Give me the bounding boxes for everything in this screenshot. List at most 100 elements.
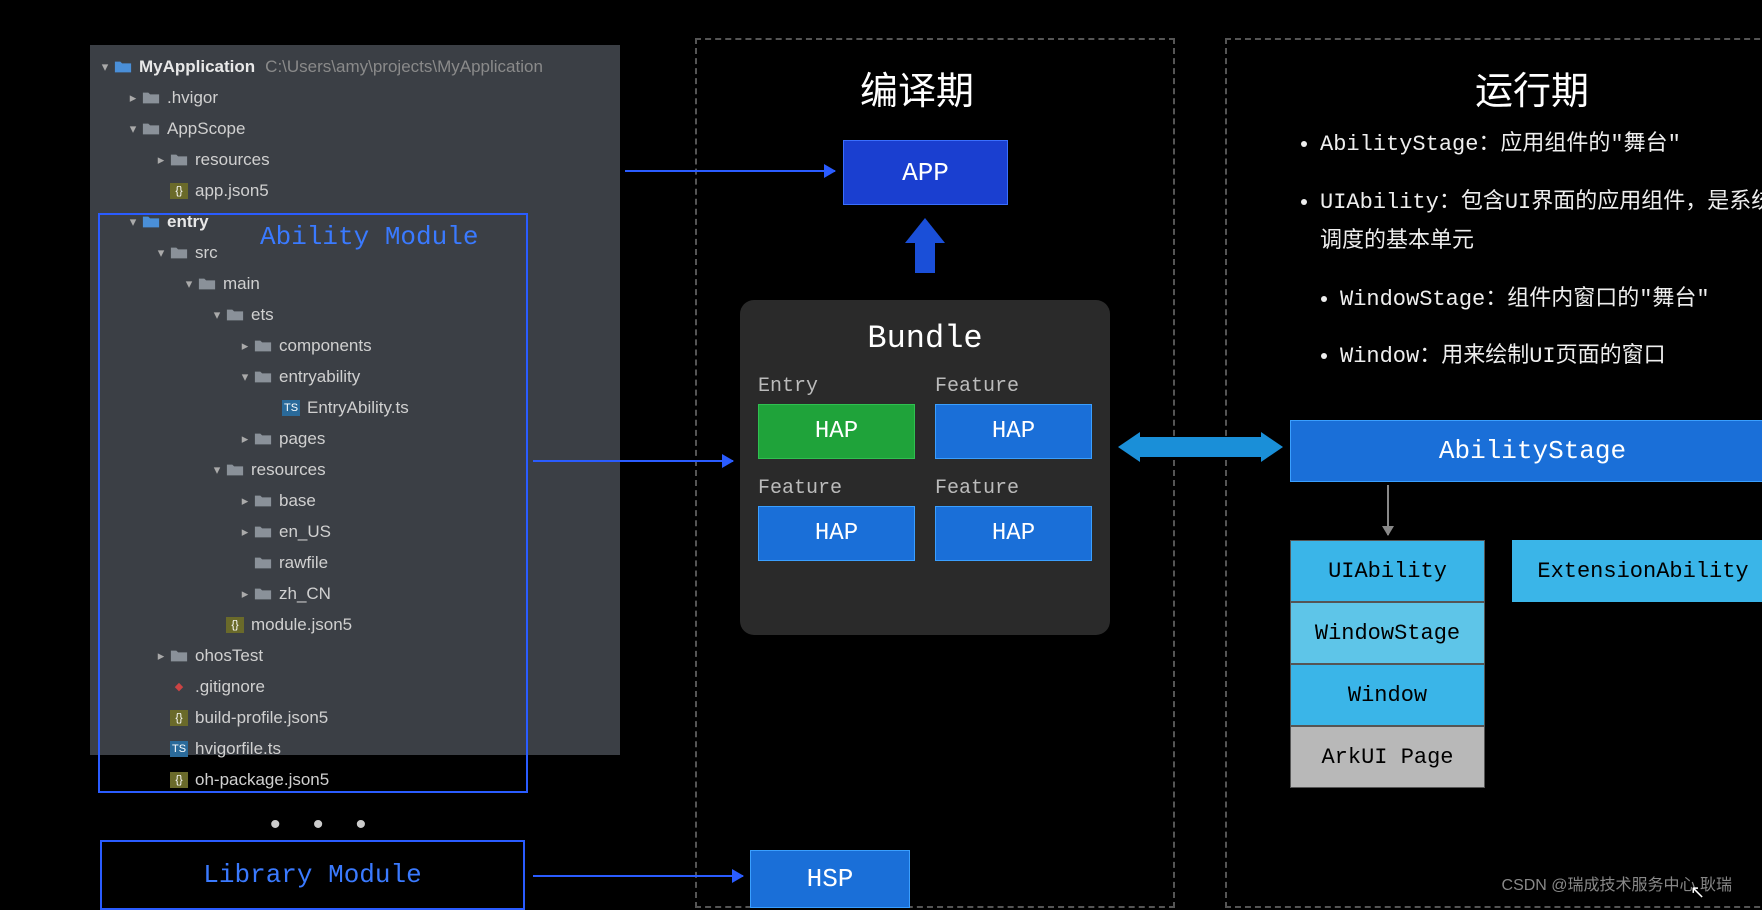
tree-row[interactable]: ▸.hvigor <box>90 82 620 113</box>
ability-module-label: Ability Module <box>260 222 478 252</box>
tree-row[interactable]: ▸ en_US <box>90 516 620 547</box>
extension-ability-box: ExtensionAbility <box>1512 540 1762 602</box>
stack-uiability: UIAbility <box>1290 540 1485 602</box>
stack-window: Window <box>1290 664 1485 726</box>
tree-item-label: pages <box>279 429 325 449</box>
hap-box: HAP <box>935 404 1092 459</box>
chevron-right-icon[interactable]: ▸ <box>152 152 170 168</box>
arrow-right-icon <box>533 875 743 877</box>
tree-row[interactable]: ▸ base <box>90 485 620 516</box>
ellipsis: • • • <box>270 808 378 842</box>
folder-icon <box>142 90 160 106</box>
tree-item-label: zh_CN <box>279 584 331 604</box>
chevron-down-icon[interactable]: ▾ <box>236 369 254 385</box>
tree-row[interactable]: ▾MyApplicationC:\Users\amy\projects\MyAp… <box>90 51 620 82</box>
tree-item-label: AppScope <box>167 119 245 139</box>
tree-row[interactable]: ▸ zh_CN <box>90 578 620 609</box>
tree-row[interactable]: ▾ets <box>90 299 620 330</box>
tree-row[interactable]: {} oh-package.json5 <box>90 764 620 795</box>
arrow-right-icon <box>533 460 733 462</box>
chevron-down-icon[interactable]: ▾ <box>152 245 170 261</box>
stack-windowstage: WindowStage <box>1290 602 1485 664</box>
bullet-item: WindowStage：组件内窗口的"舞台" <box>1340 280 1762 320</box>
tree-row[interactable]: ▾ main <box>90 268 620 299</box>
tree-row[interactable]: rawfile <box>90 547 620 578</box>
ts-file-icon: TS <box>282 400 300 416</box>
folder-icon <box>254 338 272 354</box>
tree-row[interactable]: ◆ .gitignore <box>90 671 620 702</box>
tree-row[interactable]: ▾ AppScope <box>90 113 620 144</box>
cursor-icon: ↖ <box>1690 882 1705 903</box>
hap-label: Feature <box>758 477 915 500</box>
folder-icon <box>170 648 188 664</box>
tree-row[interactable]: {}build-profile.json5 <box>90 702 620 733</box>
chevron-down-icon[interactable]: ▾ <box>208 462 226 478</box>
chevron-right-icon[interactable]: ▸ <box>236 431 254 447</box>
tree-row[interactable]: {} app.json5 <box>90 175 620 206</box>
arrow-up-icon <box>905 218 945 273</box>
hap-box: HAP <box>758 506 915 561</box>
tree-row[interactable]: TS EntryAbility.ts <box>90 392 620 423</box>
git-file-icon: ◆ <box>170 679 188 695</box>
chevron-down-icon[interactable]: ▾ <box>180 276 198 292</box>
tree-item-label: EntryAbility.ts <box>307 398 409 418</box>
chevron-right-icon[interactable]: ▸ <box>152 648 170 664</box>
folder-icon <box>254 493 272 509</box>
tree-item-label: entryability <box>279 367 360 387</box>
tree-row[interactable]: TS hvigorfile.ts <box>90 733 620 764</box>
json-file-icon: {} <box>170 772 188 788</box>
ability-stage-box: AbilityStage <box>1290 420 1762 482</box>
tree-item-label: entry <box>167 212 209 232</box>
chevron-down-icon[interactable]: ▾ <box>124 214 142 230</box>
runtime-title: 运行期 <box>1475 60 1589 115</box>
folder-icon <box>170 245 188 261</box>
chevron-right-icon[interactable]: ▸ <box>124 90 142 106</box>
arrow-bidirectional-icon <box>1118 432 1283 462</box>
tree-row[interactable]: ▸ resources <box>90 144 620 175</box>
tree-item-label: en_US <box>279 522 331 542</box>
tree-item-label: base <box>279 491 316 511</box>
tree-item-label: main <box>223 274 260 294</box>
tree-item-label: resources <box>195 150 270 170</box>
hap-cell: Feature HAP <box>758 477 915 561</box>
hap-label: Feature <box>935 477 1092 500</box>
chevron-right-icon[interactable]: ▸ <box>236 493 254 509</box>
app-box: APP <box>843 140 1008 205</box>
tree-item-label: oh-package.json5 <box>195 770 329 790</box>
tree-item-label: ohosTest <box>195 646 263 666</box>
json-file-icon: {} <box>226 617 244 633</box>
tree-row[interactable]: ▸components <box>90 330 620 361</box>
tree-root-path: C:\Users\amy\projects\MyApplication <box>265 57 543 77</box>
compile-title: 编译期 <box>860 60 974 115</box>
chevron-right-icon[interactable]: ▸ <box>236 524 254 540</box>
tree-item-label: module.json5 <box>251 615 352 635</box>
bullet-item: UIAbility：包含UI界面的应用组件，是系统调度的基本单元 <box>1320 183 1762 262</box>
stack-arkui: ArkUI Page <box>1290 726 1485 788</box>
hap-label: Entry <box>758 375 915 398</box>
chevron-down-icon[interactable]: ▾ <box>208 307 226 323</box>
chevron-right-icon[interactable]: ▸ <box>236 338 254 354</box>
tree-item-label: app.json5 <box>195 181 269 201</box>
tree-item-label: hvigorfile.ts <box>195 739 281 759</box>
tree-item-label: .gitignore <box>195 677 265 697</box>
tree-item-label: src <box>195 243 218 263</box>
json-file-icon: {} <box>170 183 188 199</box>
tree-row[interactable]: ▸ pages <box>90 423 620 454</box>
bullet-item: AbilityStage：应用组件的"舞台" <box>1320 125 1762 165</box>
tree-row[interactable]: ▾resources <box>90 454 620 485</box>
folder-icon <box>114 59 132 75</box>
tree-row[interactable]: {} module.json5 <box>90 609 620 640</box>
hap-label: Feature <box>935 375 1092 398</box>
ts-file-icon: TS <box>170 741 188 757</box>
arrow-down-icon <box>1387 485 1389 535</box>
chevron-right-icon[interactable]: ▸ <box>236 586 254 602</box>
chevron-down-icon[interactable]: ▾ <box>96 59 114 75</box>
tree-row[interactable]: ▸ ohosTest <box>90 640 620 671</box>
hsp-box: HSP <box>750 850 910 908</box>
chevron-down-icon[interactable]: ▾ <box>124 121 142 137</box>
folder-icon <box>198 276 216 292</box>
folder-icon <box>254 431 272 447</box>
tree-row[interactable]: ▾ entryability <box>90 361 620 392</box>
folder-icon <box>170 152 188 168</box>
folder-icon <box>254 524 272 540</box>
